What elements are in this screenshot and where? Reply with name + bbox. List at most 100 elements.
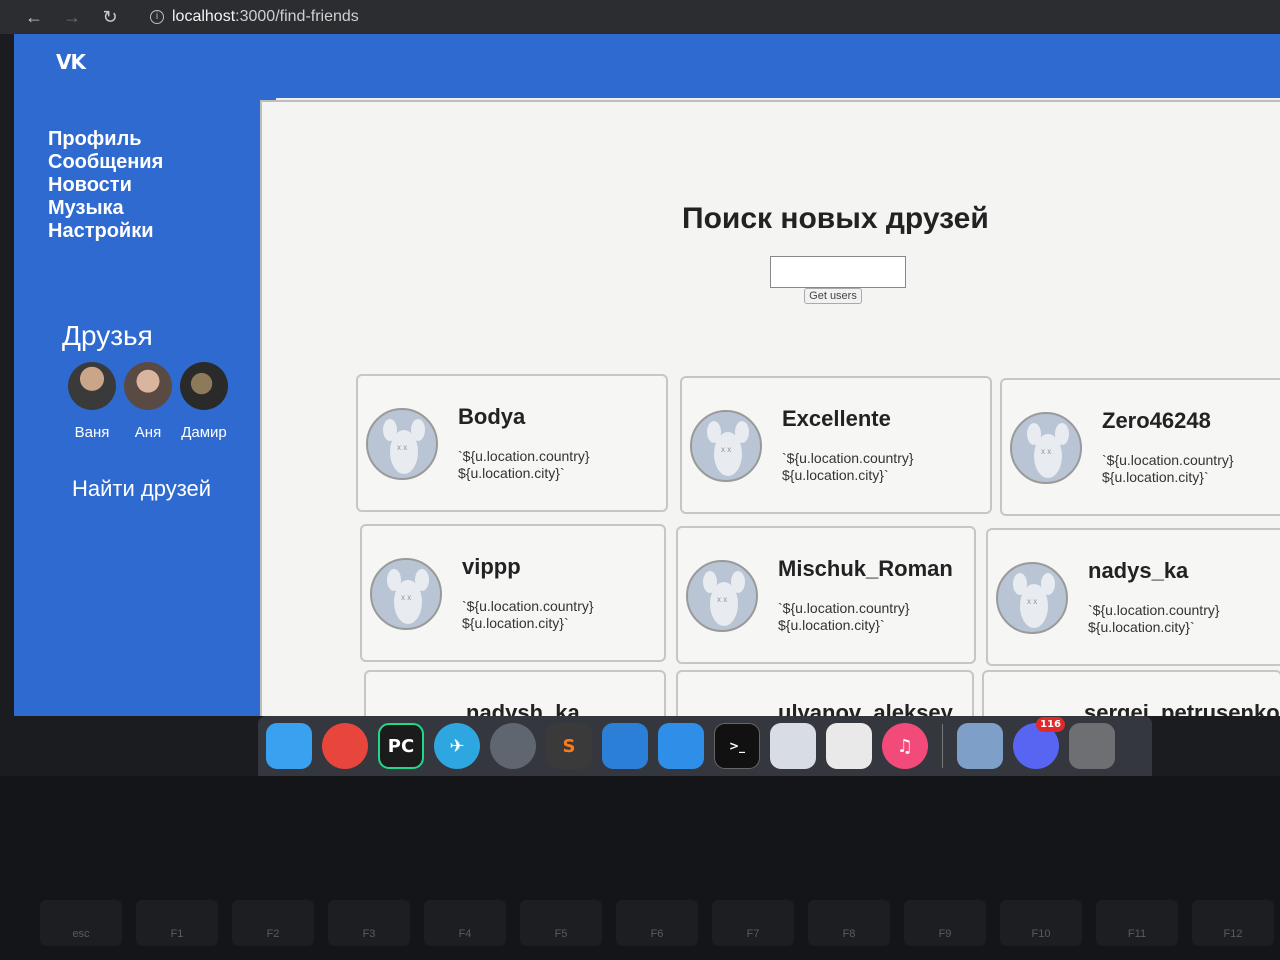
user-card[interactable]: x x Excellente `${u.location.country} ${u… xyxy=(680,376,992,514)
friend-item[interactable]: Дамир xyxy=(174,362,234,441)
avatar xyxy=(124,362,172,410)
key: F4 xyxy=(424,900,506,946)
notification-badge: 116 xyxy=(1036,717,1065,732)
key: F8 xyxy=(808,900,890,946)
friend-item[interactable]: Аня xyxy=(118,362,178,441)
default-avatar-icon: x x xyxy=(686,560,758,632)
avatar xyxy=(180,362,228,410)
key: F5 xyxy=(520,900,602,946)
friend-name: Аня xyxy=(134,424,162,441)
sidebar-item-music[interactable]: Музыка xyxy=(48,197,163,220)
user-card[interactable]: x x nadys_ka `${u.location.country} ${u.l… xyxy=(986,528,1280,666)
url-host: localhost xyxy=(172,8,236,25)
main-content: Поиск новых друзей Get users x x Bodya `… xyxy=(260,100,1280,716)
address-bar[interactable]: i localhost:3000/find-friends xyxy=(150,8,359,26)
user-card[interactable]: x x Bodya `${u.location.country} ${u.loca… xyxy=(356,374,668,512)
xcode-icon[interactable] xyxy=(658,723,704,769)
location: `${u.location.country} ${u.location.city}… xyxy=(1088,602,1220,635)
location: `${u.location.country} ${u.location.city}… xyxy=(458,448,590,481)
reload-icon[interactable]: ↻ xyxy=(100,7,120,28)
username: nadys_ka xyxy=(1088,558,1189,583)
default-avatar-icon: x x xyxy=(366,408,438,480)
finder-icon[interactable] xyxy=(266,723,312,769)
sidebar-item-profile[interactable]: Профиль xyxy=(48,128,163,151)
svg-text:x x: x x xyxy=(1041,447,1051,456)
user-card[interactable]: x x vippp `${u.location.country} ${u.loca… xyxy=(360,524,666,662)
username: Zero46248 xyxy=(1102,408,1211,433)
url-path: :3000/find-friends xyxy=(235,8,359,25)
telegram-icon[interactable]: ✈ xyxy=(434,723,480,769)
username: Excellente xyxy=(782,406,891,431)
location: `${u.location.country} ${u.location.city}… xyxy=(778,600,910,633)
search-input[interactable] xyxy=(770,256,906,288)
chrome-icon[interactable] xyxy=(322,723,368,769)
svg-text:x x: x x xyxy=(397,443,407,452)
key: F6 xyxy=(616,900,698,946)
svg-text:x x: x x xyxy=(717,595,727,604)
sidebar-item-news[interactable]: Новости xyxy=(48,174,163,197)
username: vippp xyxy=(462,554,521,579)
browser-toolbar: ← → ↻ i localhost:3000/find-friends xyxy=(0,0,1280,34)
forward-arrow-icon[interactable]: → xyxy=(62,7,82,28)
username: nadysh_ka xyxy=(466,700,580,716)
friends-title: Друзья xyxy=(62,320,153,351)
user-card[interactable]: x x Zero46248 `${u.location.country} ${u.… xyxy=(1000,378,1280,516)
default-avatar-icon: x x xyxy=(996,562,1068,634)
key: F11 xyxy=(1096,900,1178,946)
sidebar-item-messages[interactable]: Сообщения xyxy=(48,151,163,174)
page-title: Поиск новых друзей xyxy=(682,202,989,235)
key: F2 xyxy=(232,900,314,946)
pycharm-icon[interactable]: PC xyxy=(378,723,424,769)
document-icon[interactable] xyxy=(826,723,872,769)
svg-text:x x: x x xyxy=(1027,597,1037,606)
trash-icon[interactable] xyxy=(1069,723,1115,769)
default-avatar-icon: x x xyxy=(690,410,762,482)
terminal-icon[interactable]: >_ xyxy=(714,723,760,769)
app-window: VK Профиль Сообщения Новости Музыка Наст… xyxy=(14,34,1280,716)
username: sergei_petrusenko xyxy=(1084,700,1280,716)
location: `${u.location.country} ${u.location.city}… xyxy=(1102,452,1234,485)
sublime-icon[interactable]: S xyxy=(546,723,592,769)
key: esc xyxy=(40,900,122,946)
username: ulyanov_aleksey xyxy=(778,700,953,716)
friend-item[interactable]: Ваня xyxy=(62,362,122,441)
find-friends-link[interactable]: Найти друзей xyxy=(72,476,211,502)
key: F7 xyxy=(712,900,794,946)
svg-text:x x: x x xyxy=(721,445,731,454)
dock-separator xyxy=(942,724,943,768)
svg-text:x x: x x xyxy=(401,593,411,602)
key: F3 xyxy=(328,900,410,946)
user-card[interactable]: x x Mischuk_Roman `${u.location.country}… xyxy=(676,526,976,664)
avatar xyxy=(68,362,116,410)
user-card[interactable]: nadysh_ka xyxy=(364,670,666,716)
app-header: VK xyxy=(14,34,1280,98)
preview-icon[interactable] xyxy=(770,723,816,769)
dock: PC ✈ S >_ ♫ 116 xyxy=(258,716,1152,776)
location: `${u.location.country} ${u.location.city}… xyxy=(782,450,914,483)
key: F1 xyxy=(136,900,218,946)
info-icon[interactable]: i xyxy=(150,10,164,24)
friend-name: Дамир xyxy=(181,424,227,441)
sidebar-item-settings[interactable]: Настройки xyxy=(48,220,163,243)
photos-icon[interactable] xyxy=(957,723,1003,769)
vscode-icon[interactable] xyxy=(602,723,648,769)
user-card[interactable]: ulyanov_aleksey xyxy=(676,670,974,716)
back-arrow-icon[interactable]: ← xyxy=(24,7,44,28)
username: Bodya xyxy=(458,404,526,429)
itunes-icon[interactable]: ♫ xyxy=(882,723,928,769)
key: F12 xyxy=(1192,900,1274,946)
username: Mischuk_Roman xyxy=(778,556,953,581)
discord-icon[interactable]: 116 xyxy=(1013,717,1065,769)
function-key-row: esc F1 F2 F3 F4 F5 F6 F7 F8 F9 F10 F11 F… xyxy=(40,900,1274,946)
key: F9 xyxy=(904,900,986,946)
default-avatar-icon: x x xyxy=(370,558,442,630)
key: F10 xyxy=(1000,900,1082,946)
vk-logo-icon[interactable]: VK xyxy=(56,50,90,78)
location: `${u.location.country} ${u.location.city}… xyxy=(462,598,594,631)
sidebar-menu: Профиль Сообщения Новости Музыка Настрой… xyxy=(48,128,163,243)
user-card[interactable]: sergei_petrusenko xyxy=(982,670,1280,716)
sidebar: Профиль Сообщения Новости Музыка Настрой… xyxy=(14,98,276,716)
get-users-button[interactable]: Get users xyxy=(804,288,862,304)
friend-name: Ваня xyxy=(74,424,110,441)
owl-icon[interactable] xyxy=(490,723,536,769)
